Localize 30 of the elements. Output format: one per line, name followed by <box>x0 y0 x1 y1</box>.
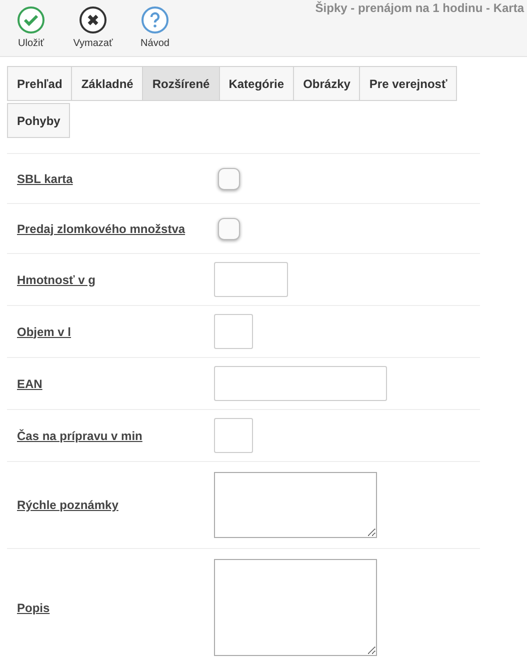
field-label: EAN <box>16 376 44 390</box>
checkbox[interactable] <box>218 218 240 240</box>
tab[interactable]: Základné <box>71 66 144 101</box>
check-icon <box>17 6 45 34</box>
input-field[interactable] <box>214 314 253 349</box>
help-icon <box>141 6 169 34</box>
input-field[interactable] <box>214 262 288 297</box>
tab[interactable]: Rozšírené <box>142 66 220 101</box>
tab[interactable]: Prehľad <box>7 66 72 101</box>
close-icon <box>79 6 107 34</box>
toolbar-button[interactable]: Návod <box>129 0 181 56</box>
input-field[interactable] <box>214 418 253 453</box>
tab[interactable]: Obrázky <box>293 66 360 101</box>
field-label: Objem v l <box>16 324 72 338</box>
field-label: Rýchle poznámky <box>16 498 120 512</box>
field-label: Popis <box>16 600 51 614</box>
tab[interactable]: Kategórie <box>218 66 294 101</box>
tab[interactable]: Pohyby <box>7 103 70 138</box>
text-area[interactable] <box>214 472 377 538</box>
tab[interactable]: Pre verejnosť <box>359 66 458 101</box>
input-field[interactable] <box>214 366 387 401</box>
text-area[interactable] <box>214 559 377 656</box>
toolbar-button[interactable]: Uložiť <box>5 0 57 56</box>
window-title: Šipky - prenájom na 1 hodinu - Karta <box>315 1 524 15</box>
field-label: Čas na prípravu v min <box>16 428 144 442</box>
toolbar-button[interactable]: Vymazať <box>67 0 119 56</box>
field-label: Hmotnosť v g <box>16 272 96 286</box>
field-label: Predaj zlomkového množstva <box>16 222 186 236</box>
field-label: SBL karta <box>16 172 74 186</box>
checkbox[interactable] <box>218 168 240 190</box>
